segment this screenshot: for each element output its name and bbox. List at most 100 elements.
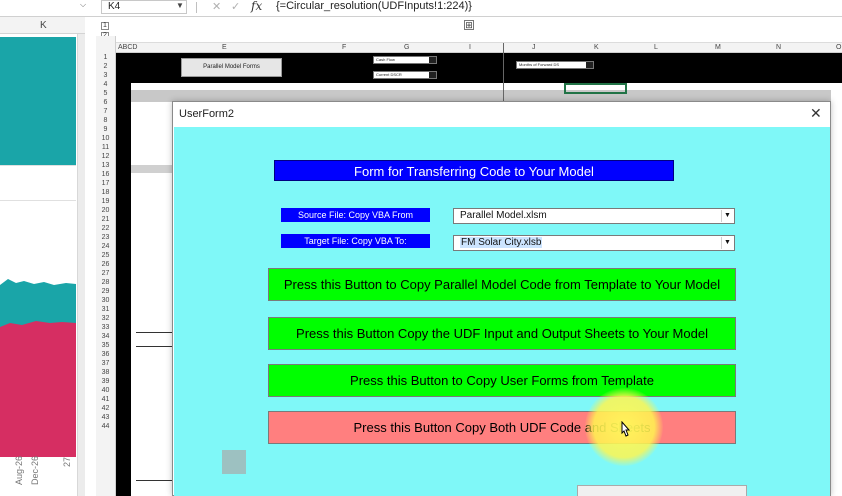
chevron-down-icon[interactable]: ▼: [721, 210, 733, 222]
row-header[interactable]: 31: [96, 306, 115, 313]
cash-flow-dropdown[interactable]: Cash Flow: [373, 56, 437, 64]
row-header[interactable]: 17: [96, 180, 115, 187]
row-header[interactable]: 18: [96, 189, 115, 196]
date-label: Aug-26: [14, 455, 24, 485]
outline-expand-icon[interactable]: ⊞: [464, 20, 474, 30]
forward-ds-dropdown[interactable]: Months of Forward DS: [516, 61, 594, 69]
enter-icon[interactable]: ✓: [231, 0, 240, 13]
date-label: 27: [62, 456, 72, 467]
row-header[interactable]: 13: [96, 162, 115, 169]
column-header[interactable]: L: [654, 43, 658, 53]
row-header[interactable]: 5: [96, 90, 115, 97]
row-header[interactable]: 27: [96, 270, 115, 277]
row-header[interactable]: 24: [96, 243, 115, 250]
row-header[interactable]: 4: [96, 81, 115, 88]
row-header[interactable]: 35: [96, 342, 115, 349]
column-header[interactable]: F: [342, 43, 346, 53]
row-header[interactable]: 34: [96, 333, 115, 340]
formula-input[interactable]: {=Circular_resolution(UDFInputs!1:224)}: [276, 0, 472, 13]
row-header[interactable]: 28: [96, 279, 115, 286]
pointer-cursor-icon: [621, 421, 631, 437]
row-header[interactable]: 2: [96, 63, 115, 70]
dropdown-arrow-icon[interactable]: [429, 72, 436, 78]
row-header[interactable]: 32: [96, 315, 115, 322]
date-axis: Aug-26 Dec-26 27: [0, 437, 76, 485]
sheet-rule: [136, 332, 176, 333]
chevron-down-icon[interactable]: ▼: [721, 237, 733, 249]
row-header[interactable]: 26: [96, 261, 115, 268]
row-header[interactable]: 33: [96, 324, 115, 331]
row-header[interactable]: 11: [96, 144, 115, 151]
row-header[interactable]: 22: [96, 225, 115, 232]
row-header[interactable]: 29: [96, 288, 115, 295]
sheet-left-band: [116, 83, 131, 496]
row-header[interactable]: 37: [96, 360, 115, 367]
selected-cell-k4[interactable]: [564, 83, 627, 94]
dropdown-value: Current DSCR: [376, 72, 402, 77]
copy-user-forms-button[interactable]: Press this Button to Copy User Forms fro…: [268, 364, 736, 397]
target-file-select[interactable]: FM Solar City.xlsb ▼: [453, 235, 735, 251]
row-header[interactable]: 9: [96, 126, 115, 133]
row-header[interactable]: 30: [96, 297, 115, 304]
dscr-dropdown[interactable]: Current DSCR: [373, 71, 437, 79]
row-header[interactable]: 38: [96, 369, 115, 376]
dropdown-value: Months of Forward DS: [519, 62, 560, 67]
column-header[interactable]: O: [836, 43, 841, 53]
column-header[interactable]: N: [776, 43, 781, 53]
sheet-rule: [136, 346, 176, 347]
row-header[interactable]: 7: [96, 108, 115, 115]
column-header[interactable]: E: [222, 43, 227, 53]
date-label: Dec-26: [30, 455, 40, 485]
dialog-body: Form for Transferring Code to Your Model…: [174, 127, 830, 496]
source-file-value: Parallel Model.xlsm: [460, 210, 547, 221]
column-header[interactable]: G: [404, 43, 409, 53]
left-column-letter: K: [40, 20, 47, 31]
row-header[interactable]: 44: [96, 423, 115, 430]
row-header[interactable]: 23: [96, 234, 115, 241]
row-header[interactable]: 3: [96, 72, 115, 79]
insert-function-icon[interactable]: fx: [251, 0, 262, 13]
row-header[interactable]: 42: [96, 405, 115, 412]
formula-bar-divider: [196, 2, 197, 13]
copy-udf-code-and-sheets-button[interactable]: Press this Button Copy Both UDF Code and…: [268, 411, 736, 444]
area-chart: [0, 279, 76, 457]
userform-dialog: UserForm2 ✕ Form for Transferring Code t…: [172, 101, 831, 496]
row-header[interactable]: 6: [96, 99, 115, 106]
close-icon[interactable]: ✕: [810, 105, 822, 122]
copy-parallel-model-code-button[interactable]: Press this Button to Copy Parallel Model…: [268, 268, 736, 301]
vertical-scrollbar[interactable]: [77, 34, 85, 496]
row-header[interactable]: 21: [96, 216, 115, 223]
dropdown-arrow-icon[interactable]: [586, 62, 593, 68]
row-header[interactable]: 20: [96, 207, 115, 214]
row-header[interactable]: 8: [96, 117, 115, 124]
name-box-dropdown-icon[interactable]: ▼: [176, 1, 184, 10]
source-file-select[interactable]: Parallel Model.xlsm ▼: [453, 208, 735, 224]
row-header[interactable]: 16: [96, 171, 115, 178]
row-header[interactable]: 10: [96, 135, 115, 142]
name-box[interactable]: K4: [101, 0, 187, 14]
row-header[interactable]: 1: [96, 54, 115, 61]
parallel-model-forms-button[interactable]: Parallel Model Forms: [181, 58, 282, 77]
row-header[interactable]: 12: [96, 153, 115, 160]
source-file-label: Source File: Copy VBA From: [281, 208, 430, 222]
expand-chevron-icon[interactable]: ⌵: [80, 0, 86, 10]
column-header[interactable]: K: [594, 43, 599, 53]
row-header[interactable]: 25: [96, 252, 115, 259]
form-heading: Form for Transferring Code to Your Model: [274, 160, 674, 181]
column-header[interactable]: J: [532, 43, 536, 53]
column-header[interactable]: ABCD: [118, 43, 137, 53]
row-header[interactable]: 40: [96, 387, 115, 394]
column-header[interactable]: I: [469, 43, 471, 53]
dropdown-arrow-icon[interactable]: [429, 57, 436, 63]
dialog-bottom-button[interactable]: [577, 485, 747, 496]
row-header[interactable]: 36: [96, 351, 115, 358]
column-header[interactable]: M: [715, 43, 721, 53]
copy-udf-sheets-button[interactable]: Press this Button Copy the UDF Input and…: [268, 317, 736, 350]
cancel-icon[interactable]: ✕: [212, 0, 221, 13]
outline-level-1-button[interactable]: 1: [101, 22, 109, 30]
row-header[interactable]: 39: [96, 378, 115, 385]
row-header[interactable]: 19: [96, 198, 115, 205]
row-header[interactable]: 43: [96, 414, 115, 421]
row-header[interactable]: 41: [96, 396, 115, 403]
row-header-column: 1 2 3 4 5 6 7 8 9 10 11 12 13 16 17 18 1…: [96, 36, 116, 496]
